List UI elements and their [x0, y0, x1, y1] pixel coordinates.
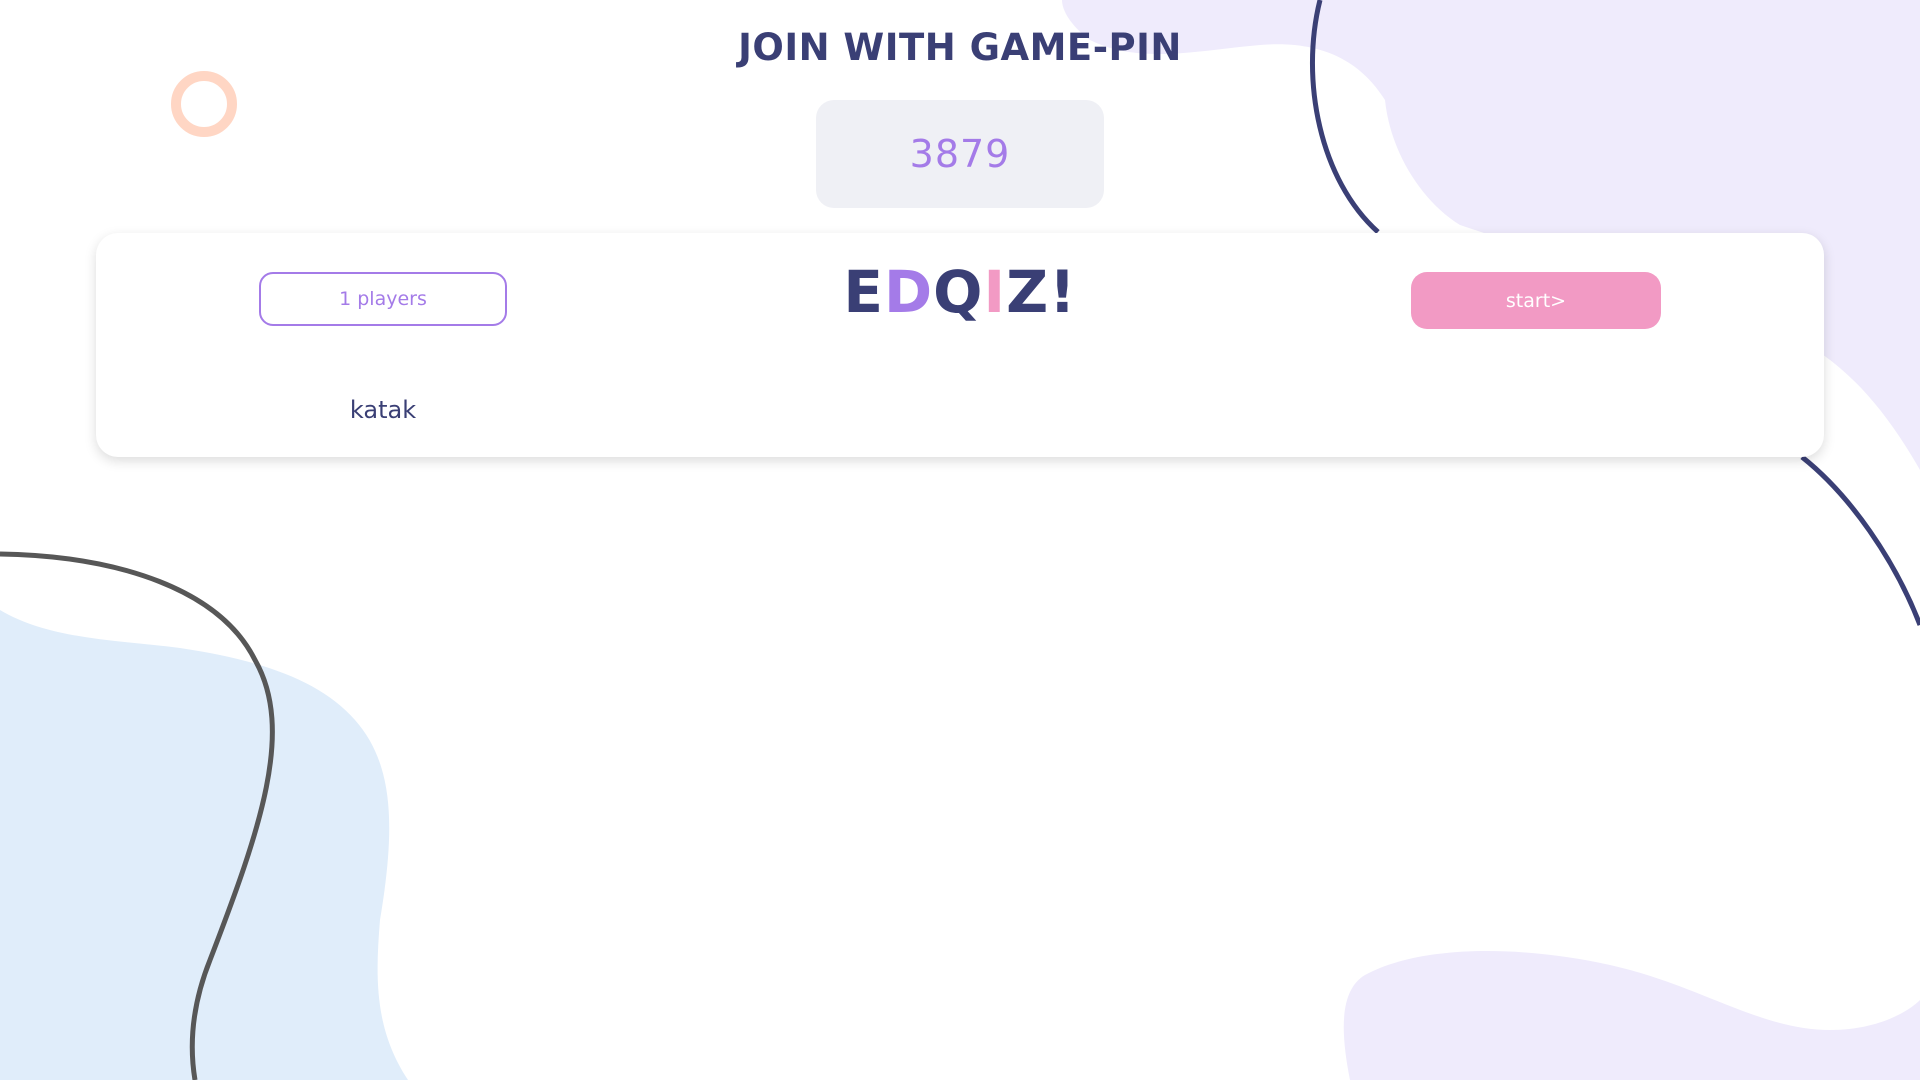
start-button[interactable]: start>: [1411, 272, 1661, 329]
game-lobby-screen: JOIN WITH GAME-PIN 3879 1 players EDQIZ!…: [0, 0, 1920, 1080]
game-pin-value: 3879: [909, 132, 1011, 176]
logo-letter: E: [843, 258, 885, 326]
logo-letter: D: [884, 258, 934, 326]
peach-ring: [171, 71, 237, 137]
logo-letter: Z: [1006, 258, 1050, 326]
lavender-blob-bottom-right: [1343, 951, 1920, 1080]
blue-blob-bottom-left: [0, 610, 408, 1080]
logo-letter: !: [1049, 258, 1077, 326]
start-button-label: start>: [1505, 289, 1567, 312]
navy-curve-right: [1800, 455, 1920, 626]
game-pin-display: 3879: [816, 100, 1104, 208]
join-with-game-pin-title: JOIN WITH GAME-PIN: [738, 26, 1182, 69]
player-name: katak: [349, 396, 417, 424]
logo-letter: I: [983, 258, 1007, 326]
logo-letter: Q: [933, 258, 984, 326]
lobby-card: 1 players EDQIZ! start> katak: [96, 233, 1824, 457]
